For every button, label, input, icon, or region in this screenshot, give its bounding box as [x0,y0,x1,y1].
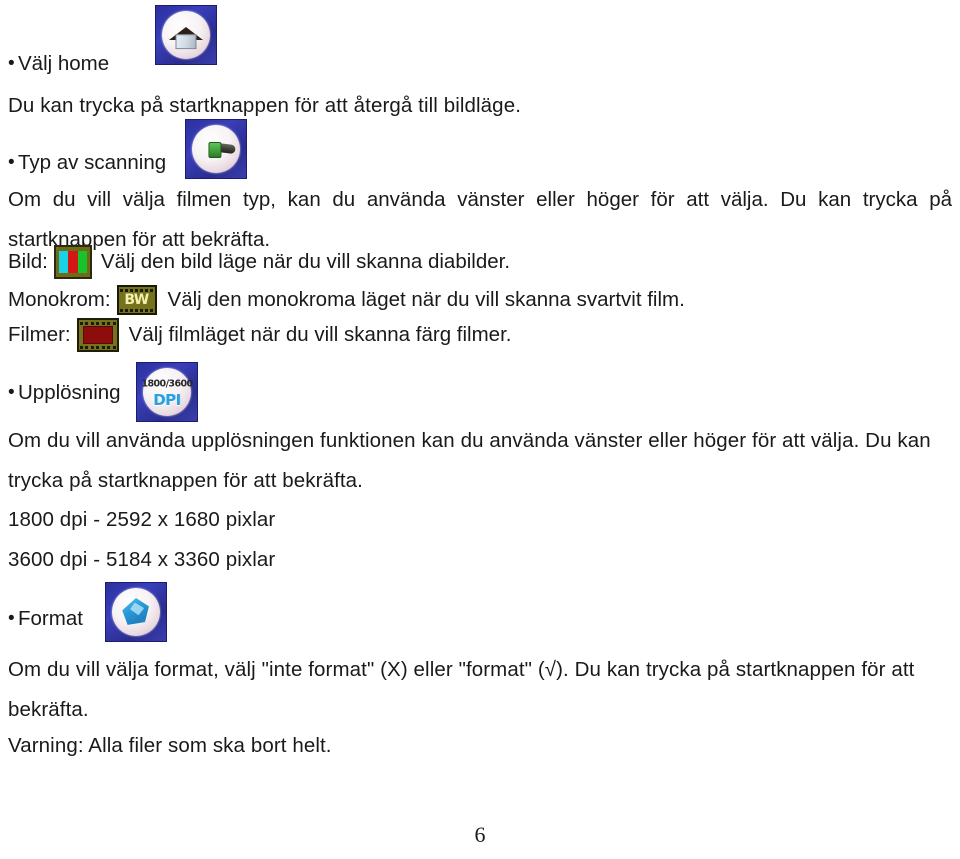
dpi-icon-bottom-text: DPI [153,390,181,409]
slide-bar-cyan [58,251,69,273]
scan-mode-label-monokrom: Monokrom: [8,288,111,311]
scan-mode-desc-monokrom: Välj den monokroma läget när du vill ska… [167,288,685,311]
section-heading-home-label: Välj home [18,52,110,75]
film-scan-icon [185,119,247,184]
format-body-text: Om du vill välja format, välj "inte form… [8,658,915,721]
section-heading-home: • Välj home [8,52,109,76]
section-heading-resolution: • Upplösning [8,381,121,405]
section-heading-format: • Format [8,607,83,631]
resolution-option-3600: 3600 dpi - 5184 x 3360 pixlar [8,548,276,571]
section-heading-format-label: Format [18,607,83,630]
film-sprockets-bottom [79,345,116,349]
bullet-icon: • [8,151,15,173]
scan-mode-row-bild: Bild: Välj den bild läge när du vill ska… [8,243,510,281]
scan-mode-desc-bild: Välj den bild läge när du vill skanna di… [100,250,511,273]
page-number: 6 [474,822,486,847]
color-film-icon [76,318,119,352]
bullet-icon: • [8,607,15,629]
warning-text: Varning: Alla filer som ska bort helt. [8,734,332,757]
bullet-icon: • [8,52,15,74]
resolution-option-1800: 1800 dpi - 2592 x 1680 pixlar [8,508,276,531]
dpi-icon: 1800/3600 DPI [136,362,198,427]
section-heading-resolution-label: Upplösning [18,381,121,404]
slide-bar-red [68,251,78,273]
bw-film-icon-text: BW [124,292,149,308]
gem-format-icon-tile [105,582,167,642]
resolution-body-text: Om du vill använda upplösningen funktion… [8,429,931,492]
film-canister-shape [208,142,222,159]
bullet-icon: • [8,381,15,403]
scan-mode-label-bild: Bild: [8,250,48,273]
scan-mode-row-monokrom: Monokrom: BW Välj den monokroma läget nä… [8,281,685,319]
dpi-icon-tile: 1800/3600 DPI [136,362,198,422]
document-page: • Välj home Du kan trycka på startknappe… [0,0,960,859]
scan-mode-label-filmer: Filmer: [8,323,71,346]
slide-bar-green [77,251,87,273]
scan-mode-desc-filmer: Välj filmläget när du vill skanna färg f… [128,323,512,346]
film-frame-red [82,326,113,344]
gem-format-icon [105,582,167,647]
film-sprockets-bottom [119,308,154,312]
section-heading-scan-type: • Typ av scanning [8,151,166,175]
film-sprockets-top [79,321,116,325]
house-body-shape [175,34,197,50]
home-icon [155,5,217,70]
slide-photo-icon [53,245,92,279]
slide-photo-icon-inner [58,251,87,273]
dpi-icon-top-text: 1800/3600 [141,378,194,390]
film-scan-icon-tile [185,119,247,179]
scan-mode-row-filmer: Filmer: Välj filmläget när du vill skann… [8,316,511,354]
home-body-text: Du kan trycka på startknappen för att åt… [8,94,521,117]
section-heading-scan-type-label: Typ av scanning [18,151,167,174]
bw-film-icon: BW [116,285,157,315]
home-icon-tile [155,5,217,65]
